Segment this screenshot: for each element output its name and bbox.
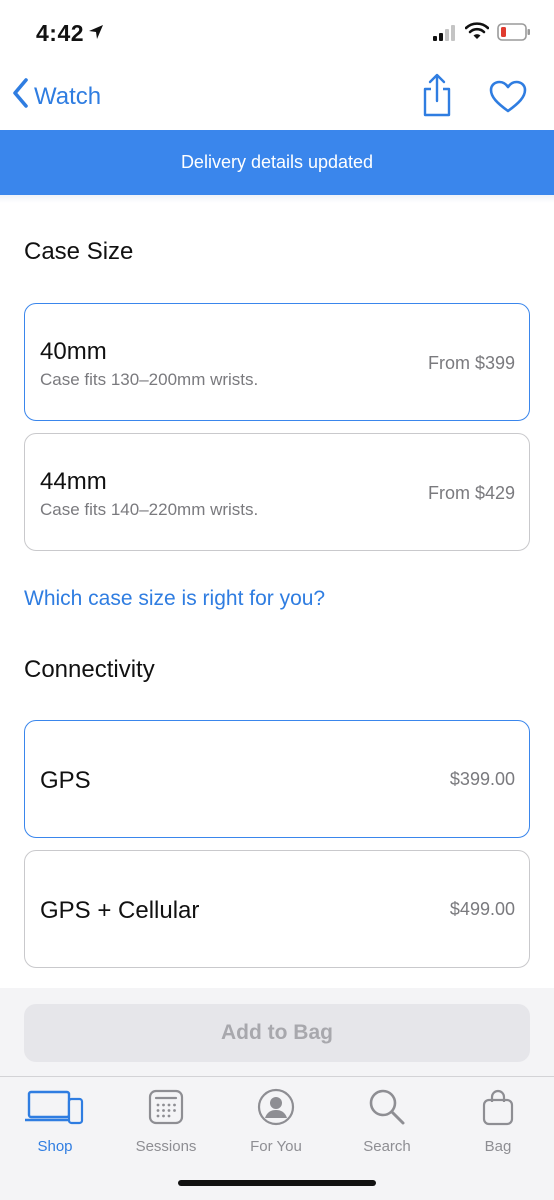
add-to-bag-label: Add to Bag: [221, 1021, 333, 1044]
status-time: 4:42: [36, 20, 85, 46]
connectivity-option-gps[interactable]: GPS $399.00: [24, 720, 530, 838]
tab-label: Bag: [484, 1138, 512, 1155]
add-to-bag-button[interactable]: Add to Bag: [24, 1004, 530, 1062]
tab-label: Sessions: [135, 1138, 197, 1155]
option-name: GPS: [40, 767, 91, 794]
connectivity-option-gps-cellular[interactable]: GPS + Cellular $499.00: [24, 850, 530, 968]
tab-label: Shop: [37, 1138, 73, 1155]
banner-shadow: [0, 195, 554, 203]
back-button-label: Watch: [34, 82, 102, 110]
calendar-icon: [111, 1087, 221, 1127]
cellular-signal-icon: [433, 25, 459, 46]
tab-bag[interactable]: Bag: [443, 1087, 553, 1155]
option-price: From $429: [427, 483, 515, 503]
wifi-icon: [464, 22, 490, 45]
home-indicator: [178, 1180, 376, 1186]
battery-low-icon: [497, 23, 531, 46]
option-description: Case fits 140–220mm wrists.: [40, 500, 259, 519]
tab-sessions[interactable]: Sessions: [111, 1087, 221, 1155]
case-size-option-44mm[interactable]: 44mm Case fits 140–220mm wrists. From $4…: [24, 433, 530, 551]
option-name: GPS + Cellular: [40, 897, 200, 924]
navigation-bar: Watch: [0, 64, 554, 130]
favorite-button[interactable]: [489, 80, 527, 119]
option-name: 44mm: [40, 468, 107, 495]
connectivity-title: Connectivity: [24, 656, 155, 683]
bag-icon: [443, 1087, 553, 1127]
back-button[interactable]: Watch: [12, 78, 101, 115]
share-icon: [420, 73, 454, 122]
option-description: Case fits 130–200mm wrists.: [40, 370, 259, 389]
case-size-option-40mm[interactable]: 40mm Case fits 130–200mm wrists. From $3…: [24, 303, 530, 421]
tab-label: For You: [250, 1138, 302, 1155]
banner-text: Delivery details updated: [180, 152, 374, 172]
delivery-banner: Delivery details updated: [0, 130, 554, 195]
option-price: From $399: [427, 353, 515, 373]
tab-search[interactable]: Search: [332, 1087, 442, 1155]
chevron-left-icon: [12, 78, 34, 115]
status-bar: 4:42: [0, 0, 554, 64]
person-icon: [221, 1087, 331, 1127]
option-name: 40mm: [40, 338, 107, 365]
option-price: $399.00: [449, 769, 515, 789]
tab-for-you[interactable]: For You: [221, 1087, 331, 1155]
case-size-help-link[interactable]: Which case size is right for you?: [24, 587, 325, 611]
share-button[interactable]: [420, 72, 454, 123]
tab-label: Search: [363, 1138, 411, 1155]
tab-shop[interactable]: Shop: [0, 1087, 110, 1155]
devices-icon: [0, 1087, 110, 1127]
option-price: $499.00: [449, 899, 515, 919]
search-icon: [332, 1087, 442, 1127]
heart-icon: [489, 80, 527, 118]
location-arrow-icon: [88, 24, 104, 45]
case-size-title: Case Size: [24, 238, 134, 265]
